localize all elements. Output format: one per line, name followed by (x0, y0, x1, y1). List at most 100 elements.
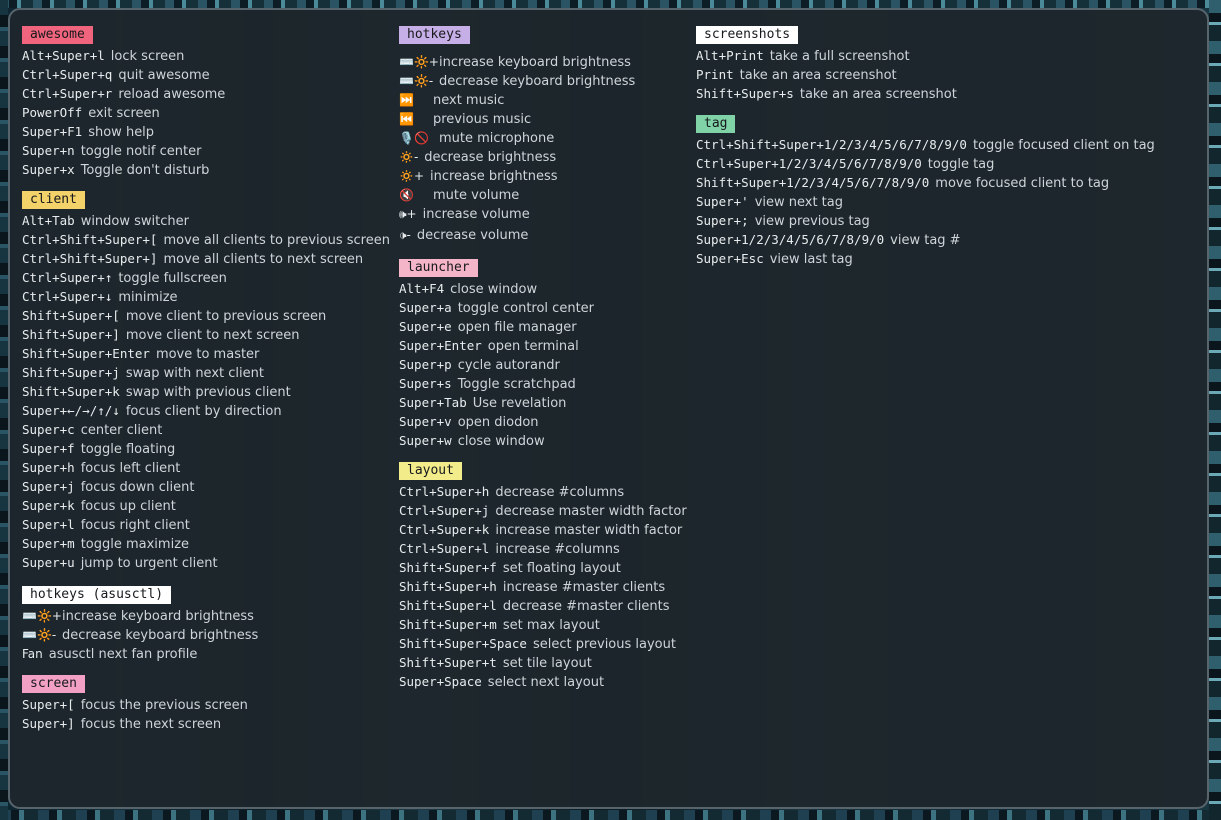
hotkey-description: lock screen (110, 49, 185, 64)
hotkey-row: Ctrl+Super+q quit awesome (22, 64, 397, 83)
hotkey-description: jump to urgent client (80, 556, 218, 571)
hotkey-key: Shift+Super+] (22, 327, 120, 342)
hotkey-key: Super+x (22, 162, 75, 177)
hotkey-description: Toggle don't disturb (80, 163, 210, 178)
hotkey-description: view last tag (769, 252, 853, 267)
hotkey-row: PowerOff exit screen (22, 102, 397, 121)
hotkey-row: Super+h focus left client (22, 457, 397, 476)
group-tag: tag Ctrl+Shift+Super+1/2/3/4/5/6/7/8/9/0… (696, 112, 1201, 267)
group-heading-launcher: launcher (399, 259, 478, 277)
hotkey-key: Ctrl+Super+↑ (22, 270, 113, 285)
hotkey-description: center client (80, 423, 163, 438)
hotkey-description: take an area screenshot (799, 87, 957, 102)
hotkey-key: Shift+Super+s (696, 86, 794, 101)
wallpaper-pixel-strip-bottom (0, 810, 1221, 820)
hotkey-key: Super+1/2/3/4/5/6/7/8/9/0 (696, 232, 885, 247)
group-screen: screen Super+[focus the previous screen S… (22, 672, 397, 732)
hotkey-row: Ctrl+Shift+Super+] move all clients to ne… (22, 248, 397, 267)
hotkey-description: move focused client to tag (935, 176, 1110, 191)
hotkey-key: Ctrl+Super+r (22, 86, 113, 101)
hotkey-description: take a full screenshot (769, 49, 910, 64)
hotkey-row: Shift+Super+Enter move to master (22, 343, 397, 362)
hotkey-key: Super+a (399, 300, 452, 315)
hotkey-key: Super+v (399, 414, 452, 429)
hotkeys-help-popup[interactable]: awesome Alt+Super+l lock screen Ctrl+Super… (8, 8, 1209, 809)
hotkey-key: Fan (22, 647, 43, 661)
hotkey-key: Ctrl+Super+1/2/3/4/5/6/7/8/9/0 (696, 156, 922, 171)
hotkey-description: minimize (118, 290, 178, 305)
hotkey-row: Ctrl+Super+r reload awesome (22, 83, 397, 102)
hotkey-row: Super+c center client (22, 419, 397, 438)
hotkey-row: Super+p cycle autorandr (399, 354, 694, 373)
hotkey-row: Shift+Super+k swap with previous client (22, 381, 397, 400)
hotkey-description: take an area screenshot (739, 68, 897, 83)
group-heading-hotkeys: hotkeys (399, 26, 470, 44)
hotkey-key: Alt+Print (696, 48, 764, 63)
hotkey-row: Print take an area screenshot (696, 64, 1201, 83)
hotkey-key: Ctrl+Super+↓ (22, 289, 113, 304)
hotkey-description: increase volume (422, 207, 530, 222)
hotkey-row: Ctrl+Super+h decrease #columns (399, 481, 694, 500)
hotkey-row: Ctrl+Shift+Super+[move all clients to pr… (22, 229, 397, 248)
hotkey-row: Shift+Super+[move client to previous scr… (22, 305, 397, 324)
hotkey-description: focus the previous screen (80, 698, 248, 713)
hotkey-row: Ctrl+Super+↑ toggle fullscreen (22, 267, 397, 286)
hotkey-row: Super+l focus right client (22, 514, 397, 533)
hotkey-description: show help (88, 125, 155, 140)
hotkey-row: Super+Enter open terminal (399, 335, 694, 354)
hotkey-key: Super+; (696, 213, 749, 228)
hotkey-row: ⏮️ previous music (399, 108, 694, 127)
hotkey-row: Super+1/2/3/4/5/6/7/8/9/0 view tag # (696, 229, 1201, 248)
hotkey-description: asusctl next fan profile (48, 647, 198, 662)
hotkey-row: Ctrl+Super+l increase #columns (399, 538, 694, 557)
hotkey-key: Ctrl+Super+j (399, 503, 490, 518)
hotkey-description: decrease master width factor (495, 504, 687, 519)
hotkey-description: open diodon (457, 415, 539, 430)
group-heading-client: client (22, 191, 85, 209)
group-screenshots: screenshots Alt+Print take a full screens… (696, 23, 1201, 102)
hotkey-description: focus the next screen (80, 717, 222, 732)
hotkey-key: Super+h (22, 460, 75, 475)
hotkey-description: toggle control center (457, 301, 595, 316)
group-client: client Alt+Tab window switcher Ctrl+Shift+… (22, 188, 397, 571)
hotkey-description: cycle autorandr (457, 358, 560, 373)
hotkey-key: Ctrl+Super+l (399, 541, 490, 556)
hotkey-row: Shift+Super+Space select previous layout (399, 633, 694, 652)
hotkey-description: move all clients to previous screen (163, 233, 390, 248)
hotkey-description: increase keyboard brightness (62, 609, 254, 624)
hotkey-row: 🕪+ increase volume (399, 203, 694, 222)
group-awesome: awesome Alt+Super+l lock screen Ctrl+Super… (22, 23, 397, 178)
group-heading-layout: layout (399, 462, 462, 480)
hotkey-row: Shift+Super+m set max layout (399, 614, 694, 633)
hotkey-description: open file manager (457, 320, 577, 335)
hotkey-description: open terminal (487, 339, 579, 354)
hotkey-description: view previous tag (754, 214, 870, 229)
hotkey-row: Super+←/→/↑/↓ focus client by direction (22, 400, 397, 419)
hotkey-key: Shift+Super+l (399, 598, 497, 613)
hotkey-row: Super+f toggle floating (22, 438, 397, 457)
hotkey-description: close window (450, 282, 538, 297)
group-heading-tag: tag (696, 115, 736, 133)
hotkey-row: Fan asusctl next fan profile (22, 643, 397, 662)
hotkey-row: Super+F1 show help (22, 121, 397, 140)
hotkey-row: Alt+Tab window switcher (22, 210, 397, 229)
hotkey-key: Ctrl+Super+q (22, 67, 113, 82)
hotkey-key: PowerOff (22, 105, 83, 120)
hotkey-row: Shift+Super+f set floating layout (399, 557, 694, 576)
hotkey-key: Super+w (399, 433, 452, 448)
hotkey-row: Super+Esc view last tag (696, 248, 1201, 267)
hotkey-key: Super+' (696, 194, 749, 209)
hotkey-key: Super+F1 (22, 124, 83, 139)
hotkey-key: Shift+Super+j (22, 365, 120, 380)
hotkey-key: Alt+F4 (399, 281, 445, 296)
hotkey-row: 🔅- decrease brightness (399, 146, 694, 165)
hotkey-key: Shift+Super+k (22, 384, 120, 399)
hotkey-key: Alt+Super+l (22, 48, 105, 63)
hotkey-row: ⏭️ next music (399, 89, 694, 108)
hotkey-row: Shift+Super+t set tile layout (399, 652, 694, 671)
hotkey-row: Super+j focus down client (22, 476, 397, 495)
column-3: screenshots Alt+Print take a full screens… (696, 23, 1201, 277)
hotkey-description: select next layout (487, 675, 605, 690)
hotkey-description: mute volume (433, 188, 520, 203)
column-1: awesome Alt+Super+l lock screen Ctrl+Super… (22, 23, 397, 742)
